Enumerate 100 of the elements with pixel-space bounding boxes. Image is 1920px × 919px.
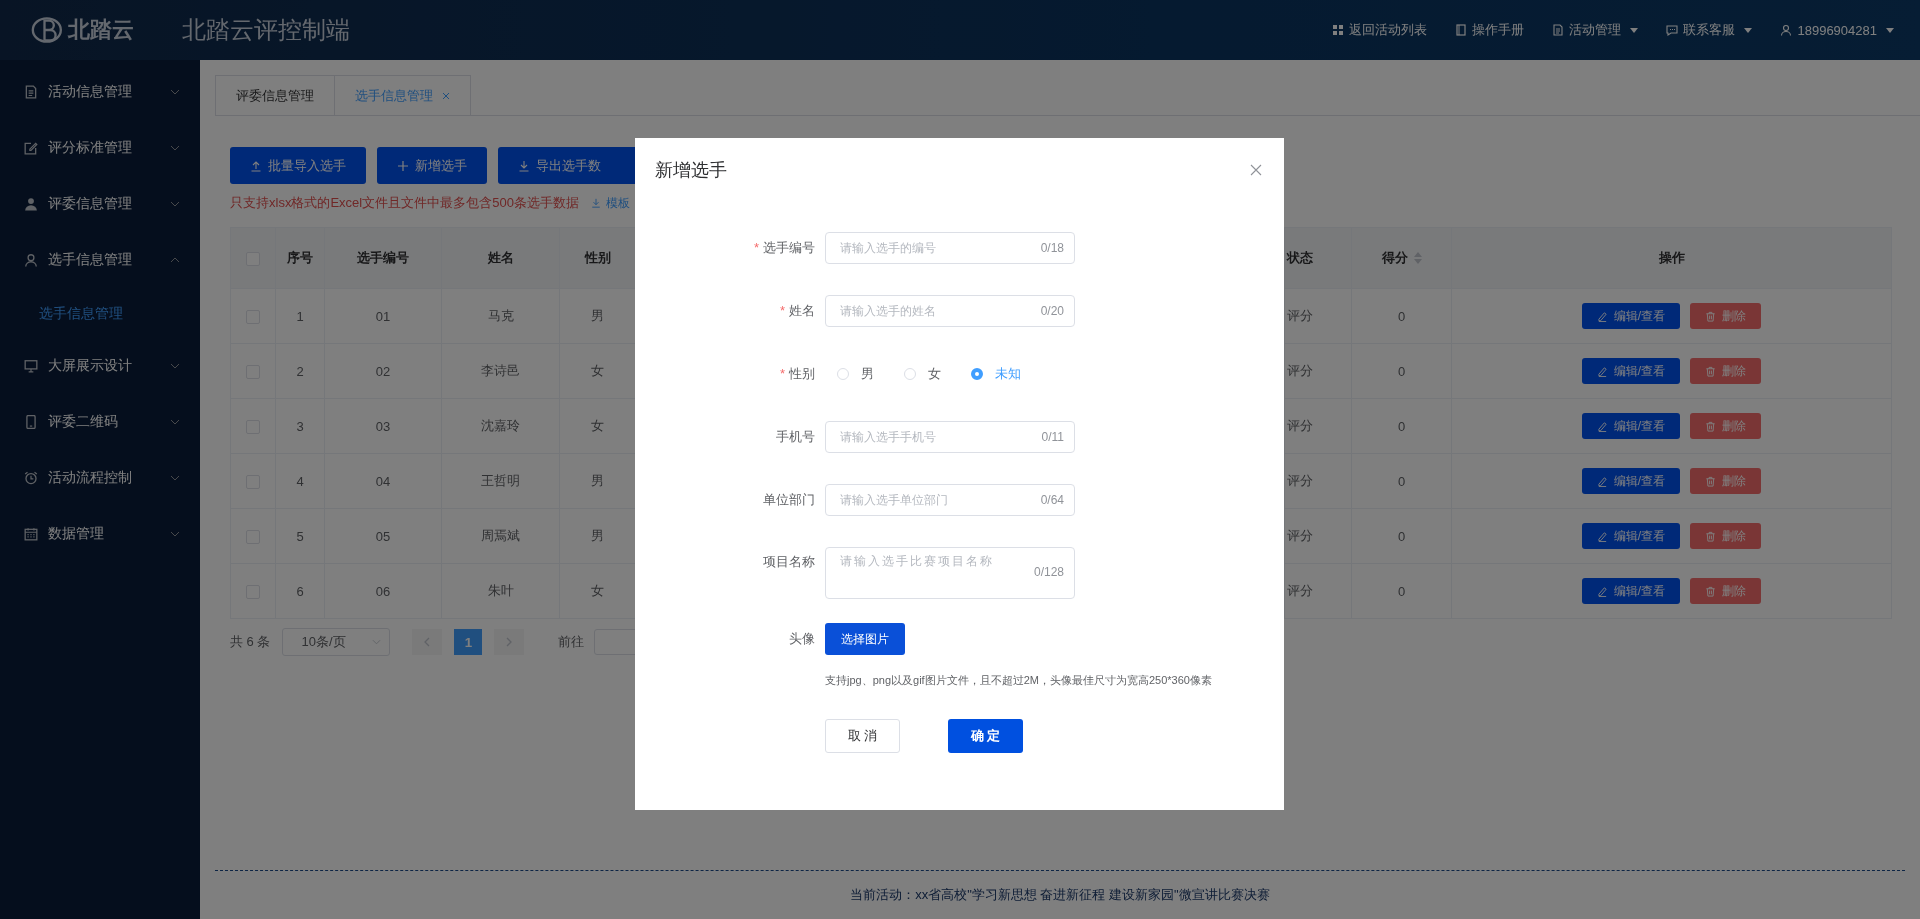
submenu-item[interactable]: 选手信息管理	[0, 288, 200, 338]
radio-option[interactable]: 未知	[971, 365, 1021, 383]
table-cell: 05	[375, 528, 391, 544]
table-cell: 评分	[1287, 528, 1313, 543]
cancel-button[interactable]: 取 消	[825, 719, 900, 753]
radio-option[interactable]: 男	[837, 365, 874, 383]
table-cell: 4	[296, 473, 304, 489]
table-cell: 朱叶	[487, 583, 514, 598]
table-cell: 0	[1397, 363, 1406, 379]
pencil-icon	[1596, 585, 1608, 597]
table-cell: 评分	[1287, 418, 1313, 433]
table-cell: 评分	[1287, 308, 1313, 323]
grid-icon	[1332, 24, 1345, 36]
template-link[interactable]: 模板	[590, 194, 630, 212]
table-cell: 03	[375, 418, 391, 434]
toolbar-button[interactable]: 批量导入选手	[230, 147, 366, 184]
monitor-icon	[24, 359, 38, 373]
menu-item[interactable]: 大屏展示设计	[0, 338, 200, 394]
edit-button[interactable]: 编辑/查看	[1581, 578, 1681, 604]
field-label: 项目名称	[762, 553, 816, 571]
textarea-field[interactable]: 请输入选手比赛项目名称 0/128	[825, 547, 1075, 599]
nav-link[interactable]: 返回活动列表	[1332, 21, 1428, 39]
table-cell: 李诗邑	[481, 363, 520, 378]
close-icon[interactable]	[442, 91, 450, 100]
menu-item[interactable]: 数据管理	[0, 506, 200, 562]
column-header: 性别	[584, 249, 611, 267]
edit-button[interactable]: 编辑/查看	[1581, 303, 1681, 329]
table-cell: 沈嘉玲	[481, 418, 520, 433]
nav-link[interactable]: 18996904281	[1780, 21, 1894, 39]
document-icon	[1552, 24, 1565, 36]
menu-item[interactable]: 活动流程控制	[0, 450, 200, 506]
delete-button[interactable]: 删除	[1690, 358, 1762, 384]
confirm-button[interactable]: 确 定	[948, 719, 1023, 753]
edit-button[interactable]: 编辑/查看	[1581, 413, 1681, 439]
chevron-left-icon	[424, 637, 431, 647]
table-cell: 男	[591, 528, 604, 543]
field-label: 单位部门	[762, 491, 816, 509]
trash-icon	[1705, 475, 1717, 487]
column-header: 选手编号	[357, 249, 409, 267]
table-cell: 6	[296, 583, 304, 599]
logo-text: 北踏云	[68, 16, 134, 44]
tab[interactable]: 选手信息管理	[335, 75, 471, 115]
table-cell: 0	[1397, 583, 1406, 599]
table-cell: 女	[591, 418, 604, 433]
menu-item[interactable]: 活动信息管理	[0, 64, 200, 120]
user-icon	[24, 253, 38, 267]
user-icon	[1780, 24, 1793, 36]
column-header: 得分	[1381, 249, 1422, 267]
radio-option[interactable]: 女	[904, 365, 941, 383]
input-field[interactable]: 请输入选手单位部门 0/64	[825, 484, 1075, 516]
delete-button[interactable]: 删除	[1690, 578, 1762, 604]
app-title: 北踏云评控制端	[182, 15, 350, 45]
upload-icon	[250, 159, 262, 172]
next-page-button[interactable]	[494, 629, 525, 655]
edit-button[interactable]: 编辑/查看	[1581, 523, 1681, 549]
pencil-icon	[1596, 475, 1608, 487]
tab[interactable]: 评委信息管理	[215, 75, 335, 115]
nav-link[interactable]: 活动管理	[1552, 21, 1639, 39]
table-cell: 男	[591, 473, 604, 488]
field-label: * 选手编号	[752, 239, 816, 257]
page-number[interactable]: 1	[454, 629, 483, 655]
chevron-icon	[372, 639, 382, 645]
table-cell: 2	[296, 363, 304, 379]
delete-button[interactable]: 删除	[1690, 523, 1762, 549]
menu-item[interactable]: 评委二维码	[0, 394, 200, 450]
input-field[interactable]: 请输入选手的编号 0/18	[825, 232, 1075, 264]
table-cell: 女	[591, 583, 604, 598]
toolbar-button[interactable]: 新增选手	[377, 147, 487, 184]
current-activity: 当前活动：xx省高校"学习新思想 奋进新征程 建设新家园"微宣讲比赛决赛	[850, 886, 1270, 904]
edit-button[interactable]: 编辑/查看	[1581, 358, 1681, 384]
plus-icon	[397, 159, 409, 172]
menu-item[interactable]: 评委信息管理	[0, 176, 200, 232]
menu-item[interactable]: 评分标准管理	[0, 120, 200, 176]
nav-link[interactable]: 操作手册	[1455, 21, 1525, 39]
edit-button[interactable]: 编辑/查看	[1581, 468, 1681, 494]
import-note: 只支持xlsx格式的Excel文件且文件中最多包含500条选手数据	[230, 194, 579, 212]
sort-icon[interactable]	[1413, 252, 1422, 264]
choose-image-button[interactable]: 选择图片	[825, 623, 905, 655]
column-header: 序号	[287, 249, 313, 267]
pencil-icon	[1596, 420, 1608, 432]
table-cell: 01	[375, 308, 391, 324]
delete-button[interactable]: 删除	[1690, 468, 1762, 494]
pencil-icon	[1596, 310, 1608, 322]
nav-link[interactable]: 联系客服	[1666, 21, 1753, 39]
previous-page-button[interactable]	[412, 629, 443, 655]
document-icon	[24, 85, 38, 99]
trash-icon	[1705, 310, 1717, 322]
field-label: 头像	[788, 630, 816, 648]
table-cell: 评分	[1287, 473, 1313, 488]
table-cell: 3	[296, 418, 304, 434]
input-field[interactable]: 请输入选手手机号 0/11	[825, 421, 1075, 453]
delete-button[interactable]: 删除	[1690, 413, 1762, 439]
page-size-select[interactable]: 10条/页	[282, 628, 391, 656]
menu-item[interactable]: 选手信息管理	[0, 232, 200, 288]
field-label: * 姓名	[778, 302, 816, 320]
delete-button[interactable]: 删除	[1690, 303, 1762, 329]
calendar-icon	[24, 527, 38, 541]
close-icon[interactable]	[1250, 164, 1262, 176]
input-field[interactable]: 请输入选手的姓名 0/20	[825, 295, 1075, 327]
trash-icon	[1705, 585, 1717, 597]
